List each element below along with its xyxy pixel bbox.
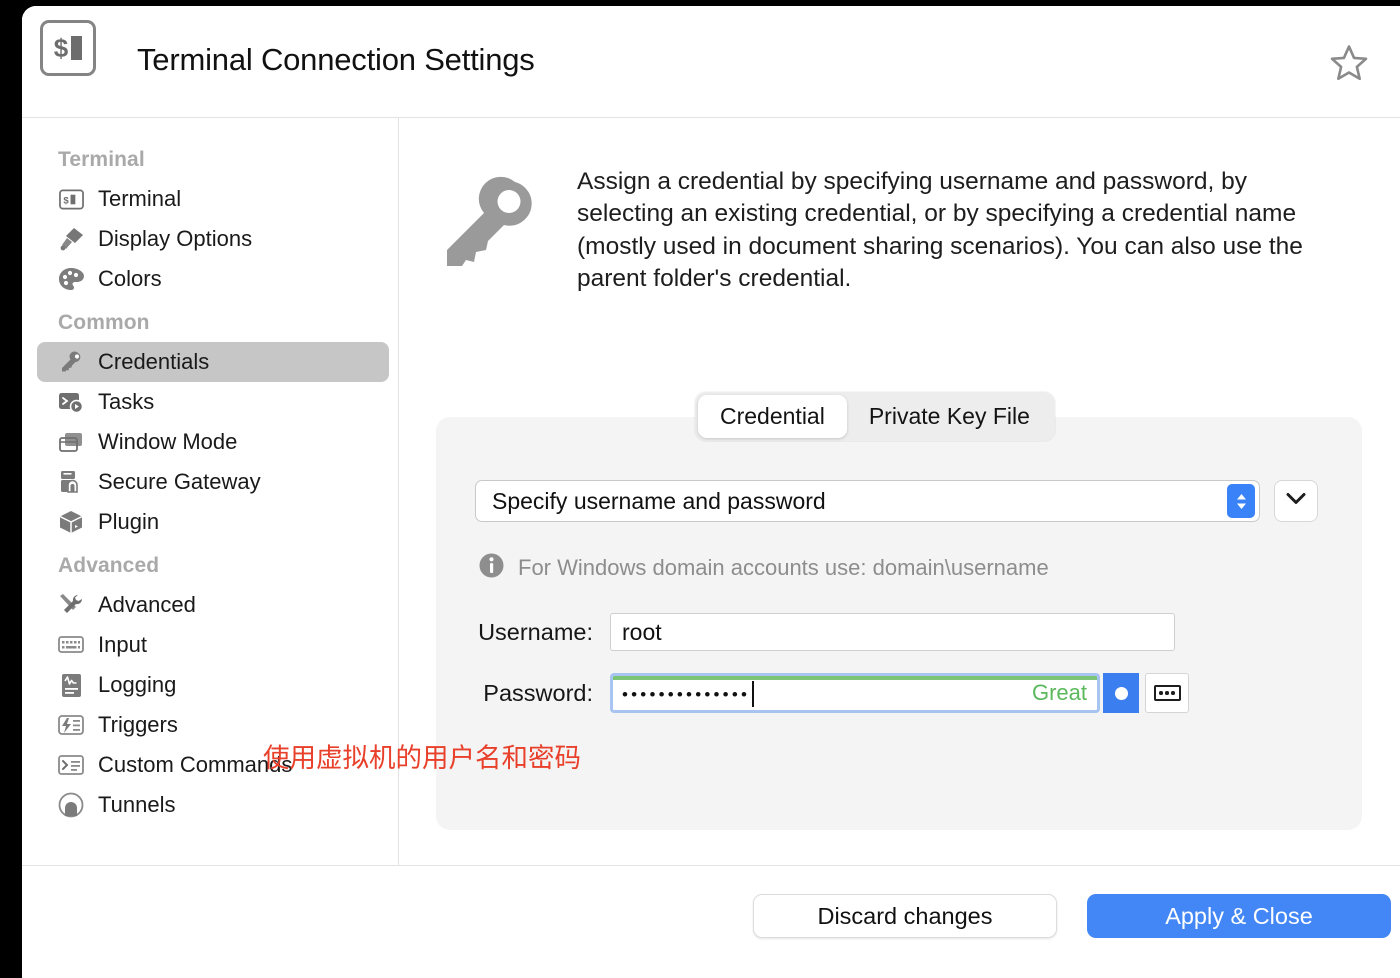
svg-text:$: $ bbox=[63, 195, 69, 206]
sidebar-item-label: Plugin bbox=[98, 509, 160, 534]
chevron-down-icon bbox=[1286, 492, 1306, 510]
dot-toggle-icon bbox=[1114, 686, 1128, 700]
page-title: Terminal Connection Settings bbox=[137, 42, 535, 77]
password-strength-bar bbox=[613, 676, 1097, 680]
tunnel-icon bbox=[57, 792, 85, 818]
username-input[interactable]: root bbox=[610, 613, 1175, 651]
sidebar-item-tasks[interactable]: Tasks bbox=[37, 382, 389, 422]
info-icon bbox=[478, 552, 505, 584]
log-document-icon bbox=[57, 672, 85, 698]
sidebar-item-label: Input bbox=[98, 632, 147, 657]
username-row: Username: root bbox=[436, 613, 1175, 651]
tab-private-key-file[interactable]: Private Key File bbox=[847, 395, 1052, 438]
apply-and-close-button[interactable]: Apply & Close bbox=[1087, 894, 1391, 938]
keypad-dot bbox=[1165, 691, 1169, 695]
cursor-block-glyph bbox=[71, 36, 83, 60]
key-large-icon bbox=[437, 166, 537, 295]
trigger-bolt-icon bbox=[57, 712, 85, 738]
tools-icon bbox=[57, 592, 85, 618]
palette-icon bbox=[57, 266, 85, 292]
gateway-icon bbox=[57, 469, 85, 495]
description-text: Assign a credential by specifying userna… bbox=[577, 168, 1303, 292]
sidebar-group-terminal-title: Terminal bbox=[58, 148, 145, 171]
password-strength-label: Great bbox=[1031, 680, 1087, 705]
password-label: Password: bbox=[483, 679, 593, 706]
sidebar-item-terminal[interactable]: $ Terminal bbox=[37, 179, 389, 219]
credential-tabs: Credential Private Key File bbox=[695, 392, 1055, 441]
sidebar-item-label: Triggers bbox=[98, 712, 178, 737]
annotation-note: 使用虚拟机的用户名和密码 bbox=[263, 743, 581, 774]
keypad-dot bbox=[1159, 691, 1163, 695]
sidebar-item-advanced[interactable]: Advanced bbox=[37, 585, 389, 625]
sidebar-item-label: Display Options bbox=[98, 226, 253, 251]
sidebar-item-tunnels[interactable]: Tunnels bbox=[37, 785, 389, 825]
keypad-dot bbox=[1171, 691, 1175, 695]
sidebar-item-secure-gateway[interactable]: Secure Gateway bbox=[37, 462, 389, 502]
keypad-icon bbox=[1153, 685, 1181, 701]
star-outline-icon[interactable] bbox=[1320, 34, 1378, 92]
discard-changes-button[interactable]: Discard changes bbox=[753, 894, 1057, 938]
stepper-up-down-icon[interactable] bbox=[1227, 484, 1255, 518]
terminal-prompt-icon: $ bbox=[40, 20, 96, 76]
password-keypad-button[interactable] bbox=[1145, 673, 1189, 713]
dollar-glyph: $ bbox=[53, 33, 69, 63]
sidebar-item-label: Window Mode bbox=[98, 429, 238, 454]
sidebar-group-advanced-title: Advanced bbox=[58, 554, 160, 577]
sidebar-item-colors[interactable]: Colors bbox=[37, 259, 389, 299]
sidebar-item-label: Tasks bbox=[98, 389, 155, 414]
sidebar-item-input[interactable]: Input bbox=[37, 625, 389, 665]
password-masked-value: •••••••••••••• bbox=[622, 684, 751, 704]
box-icon bbox=[57, 509, 85, 535]
domain-hint-row: For Windows domain accounts use: domain\… bbox=[478, 552, 1049, 584]
username-label: Username: bbox=[478, 618, 593, 645]
sidebar-item-label: Secure Gateway bbox=[98, 469, 261, 494]
credential-mode-select[interactable]: Specify username and password bbox=[475, 480, 1260, 522]
command-prompt-icon bbox=[57, 752, 85, 778]
sidebar-item-label: Advanced bbox=[98, 592, 196, 617]
key-icon bbox=[57, 349, 85, 375]
windows-icon bbox=[57, 429, 85, 455]
terminal-play-icon bbox=[57, 389, 85, 415]
keyboard-icon bbox=[57, 632, 85, 658]
terminal-icon: $ bbox=[57, 186, 85, 212]
sidebar-item-display-options[interactable]: Display Options bbox=[37, 219, 389, 259]
sidebar-item-credentials[interactable]: Credentials bbox=[37, 342, 389, 382]
sidebar-item-label: Colors bbox=[98, 266, 162, 291]
sidebar-item-plugin[interactable]: Plugin bbox=[37, 502, 389, 542]
sidebar-item-label: Terminal bbox=[98, 186, 182, 211]
credential-select-row: Specify username and password bbox=[475, 480, 1318, 522]
settings-window: $ Terminal Connection Settings Terminal … bbox=[22, 6, 1400, 978]
credential-dropdown-button[interactable] bbox=[1274, 480, 1318, 522]
password-reveal-button[interactable] bbox=[1103, 673, 1139, 713]
sidebar-item-label: Logging bbox=[98, 672, 177, 697]
domain-hint-text: For Windows domain accounts use: domain\… bbox=[518, 555, 1049, 580]
tab-credential[interactable]: Credential bbox=[698, 395, 847, 438]
body-area: Terminal $ Terminal Display Options Colo… bbox=[22, 118, 1400, 865]
sidebar-group-common-title: Common bbox=[58, 311, 150, 334]
credential-mode-value: Specify username and password bbox=[492, 487, 826, 514]
password-input[interactable]: •••••••••••••• Great bbox=[610, 673, 1100, 713]
password-row: Password: •••••••••••••• Great bbox=[436, 673, 1189, 713]
sidebar-item-label: Credentials bbox=[98, 349, 210, 374]
text-caret bbox=[752, 681, 755, 707]
paint-brush-icon bbox=[57, 226, 85, 252]
title-bar: $ Terminal Connection Settings bbox=[22, 6, 1400, 118]
footer-bar: Discard changes Apply & Close bbox=[22, 865, 1400, 977]
sidebar-item-window-mode[interactable]: Window Mode bbox=[37, 422, 389, 462]
description-row: Assign a credential by specifying userna… bbox=[399, 118, 1400, 295]
sidebar-item-label: Tunnels bbox=[98, 792, 176, 817]
sidebar-item-logging[interactable]: Logging bbox=[37, 665, 389, 705]
